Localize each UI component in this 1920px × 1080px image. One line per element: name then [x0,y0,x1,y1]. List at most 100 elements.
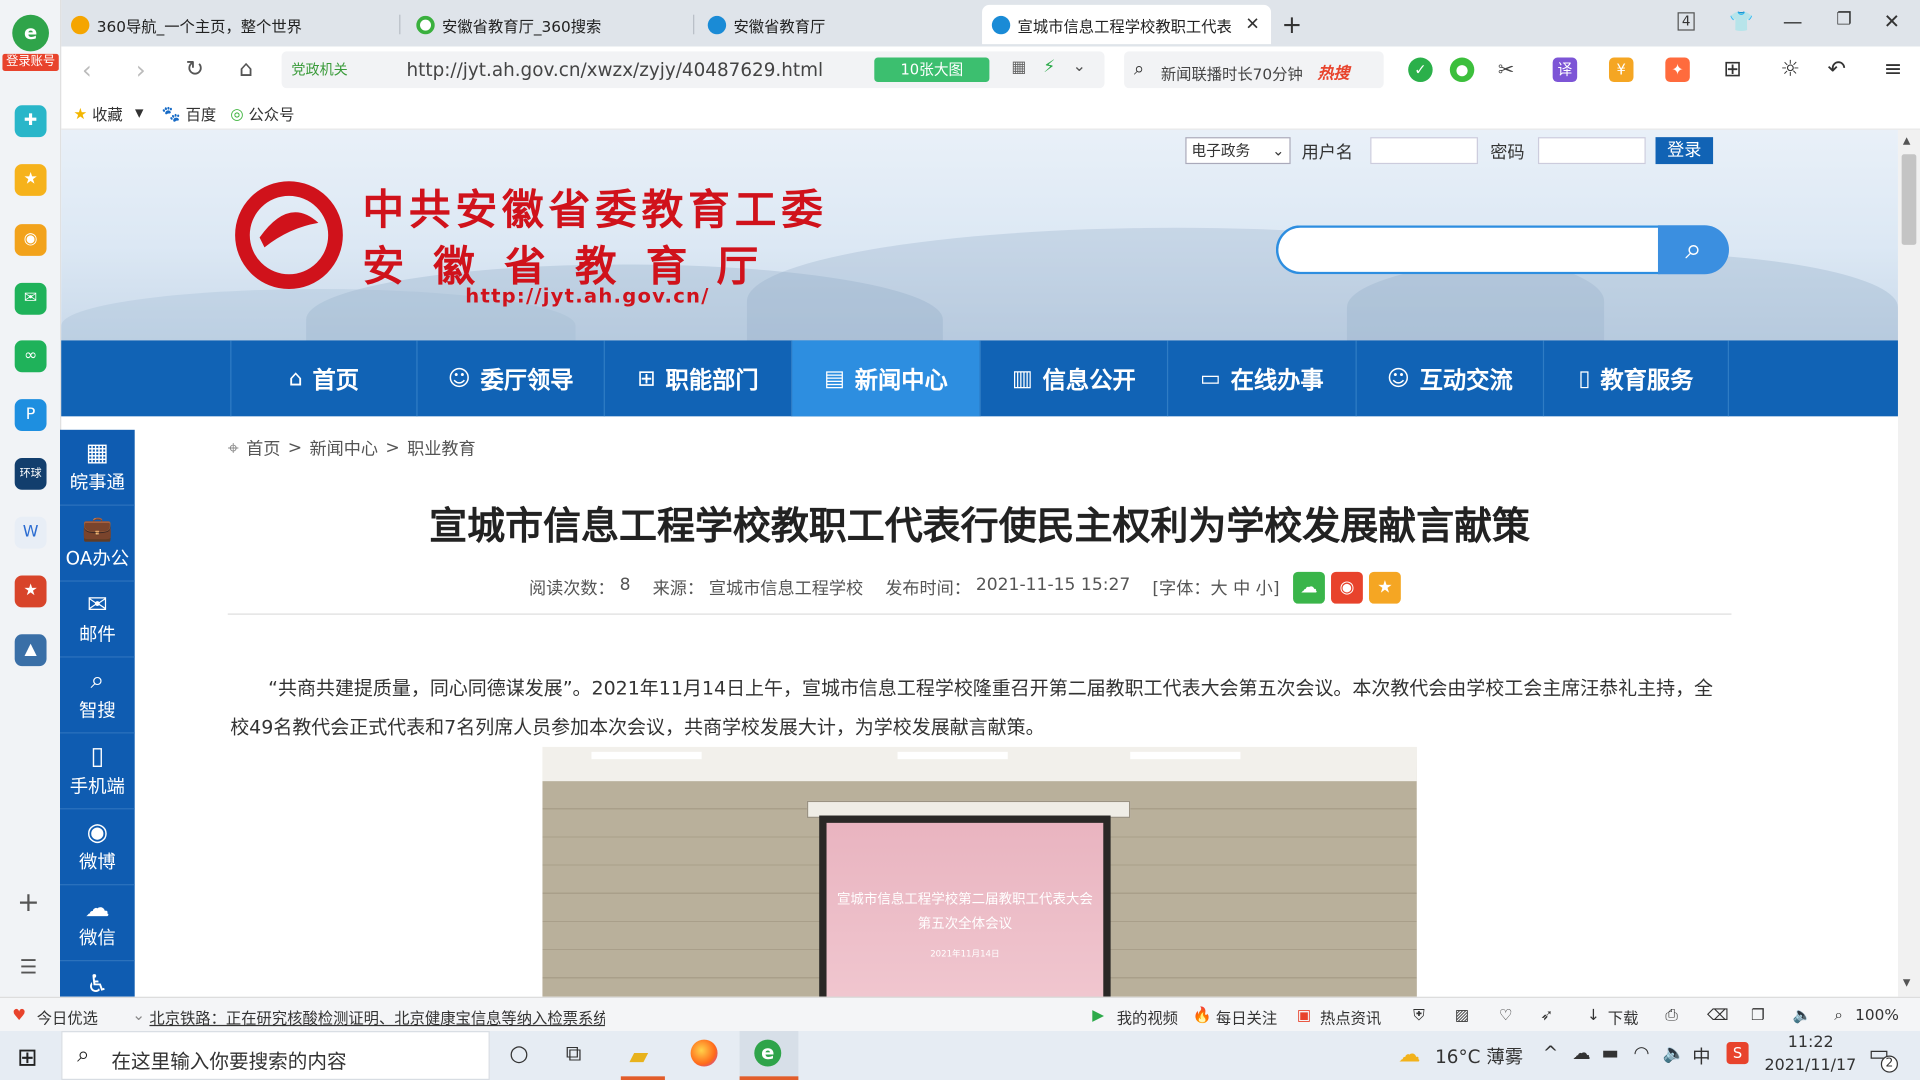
password-field[interactable] [1537,137,1646,165]
taskbar-360-browser[interactable]: e [739,1031,799,1080]
hot-news[interactable]: 热点资讯 [1320,1005,1381,1028]
taskbar-firefox[interactable] [683,1031,727,1080]
plus-app-icon[interactable]: ✚ [14,105,47,138]
battery-icon[interactable]: ▬ [1602,1042,1619,1064]
nav-departments[interactable]: ⊞ 职能部门 [603,340,791,417]
breadcrumb-home[interactable]: 首页 [246,436,280,460]
big-image-button[interactable]: 10张大图 [874,57,990,83]
close-icon[interactable]: ✕ [1245,15,1259,35]
restore-icon[interactable]: ❐ [1829,10,1858,30]
chevron-up-icon[interactable]: ^ [1543,1042,1558,1064]
sidebar-item-wechat[interactable]: ☁ 微信 [60,885,135,962]
scroll-up-icon[interactable]: ▲ [1903,135,1911,146]
taskbar-explorer[interactable]: ▰ [620,1031,665,1080]
forward-icon[interactable]: › [125,56,157,83]
nav-home[interactable]: ⌂ 首页 [230,340,416,417]
breadcrumb-news[interactable]: 新闻中心 [309,436,378,460]
zoom-level[interactable]: 100% [1855,1005,1899,1023]
scroll-down-icon[interactable]: ▼ [1903,977,1911,988]
new-tab-icon[interactable]: + [1277,10,1306,39]
image-icon[interactable]: ▨ [1455,1005,1469,1023]
tab-article-active[interactable]: 宣城市信息工程学校教职工代表 ✕ [982,4,1272,45]
share-qzone-icon[interactable]: ★ [1368,571,1401,604]
link-icon[interactable]: ∞ [14,340,47,373]
clock-date[interactable]: 2021/11/17 [1765,1057,1857,1075]
window-icon[interactable]: ❐ [1751,1005,1765,1023]
site-search-input[interactable] [1275,225,1661,275]
login-button[interactable]: 登录 [1655,137,1714,165]
menu-icon[interactable]: ≡ [1881,57,1905,82]
volume-icon[interactable]: 🔈 [1663,1042,1686,1064]
cleanup-icon[interactable]: ⌫ [1707,1005,1729,1023]
login-badge[interactable]: 登录账号 [2,53,59,72]
city-app-icon[interactable]: ▲ [14,634,47,667]
sidebar-item-weibo[interactable]: ◉ 微博 [60,809,135,886]
print-icon[interactable]: ⎙ [1665,1005,1677,1025]
mail-icon[interactable]: ✉ [14,282,47,315]
bookmark-gzh[interactable]: ◎ 公众号 [230,102,294,125]
shield-icon[interactable]: ⛨ [1413,1005,1424,1025]
scissors-icon[interactable]: ✂ [1494,58,1518,82]
lightning-icon[interactable]: ⚡ [1043,58,1055,78]
download-icon[interactable]: ↓ [1587,1005,1600,1023]
nav-online-service[interactable]: ▭ 在线办事 [1166,340,1356,417]
nav-interaction[interactable]: ☺ 互动交流 [1355,340,1543,417]
clock-time[interactable]: 11:22 [1788,1033,1834,1051]
share-weibo-icon[interactable]: ◉ [1331,571,1363,604]
tab-360-search[interactable]: 安徽省教育厅_360搜索 [407,5,686,44]
sidebar-item-oa[interactable]: 💼 OA办公 [60,506,135,582]
green-circle-icon[interactable]: ● [1449,57,1475,83]
game-icon[interactable]: ✦ [1665,57,1690,83]
taskbar-search[interactable]: ⌕ 在这里输入你要搜索的内容 [61,1031,490,1080]
reload-icon[interactable]: ↻ [179,56,211,83]
site-search-button[interactable]: ⌕ [1657,225,1729,275]
apps-grid-icon[interactable]: ⊞ [1720,57,1744,82]
sidebar-item-wanshitong[interactable]: ▦ 皖事通 [60,430,135,506]
task-view-icon[interactable]: ⧉ [566,1041,582,1067]
nav-leaders[interactable]: ☺ 委厅领导 [416,340,603,417]
ime-indicator[interactable]: 中 [1692,1043,1710,1069]
weather-text[interactable]: 16°C 薄雾 [1435,1043,1523,1069]
window-close-icon[interactable]: ✕ [1877,10,1906,33]
tab-360-nav[interactable]: 360导航_一个主页，整个世界 [61,5,392,44]
download-label[interactable]: 下载 [1608,1005,1639,1028]
pdf-icon[interactable]: P [14,399,47,432]
today-picks[interactable]: 今日优选 [37,1005,98,1028]
bookmark-favorites[interactable]: ★ 收藏 ▼ [73,102,143,125]
breadcrumb-vocational[interactable]: 职业教育 [407,436,476,460]
undo-icon[interactable]: ↶ [1825,57,1849,82]
chevron-down-icon[interactable]: ⌄ [1073,58,1086,76]
favorites-icon[interactable]: ★ [14,164,47,196]
translate-icon[interactable]: 译 [1552,57,1578,83]
page-scrollbar[interactable]: ▲ ▼ [1897,129,1920,997]
username-field[interactable] [1370,137,1478,165]
windows-start-icon[interactable]: ⊞ [17,1042,38,1071]
sidebar-item-mobile[interactable]: ▯ 手机端 [60,733,135,810]
url-field[interactable]: 党政机关 http://jyt.ah.gov.cn/xwzx/zyjy/4048… [281,51,1105,89]
nav-info-public[interactable]: ▥ 信息公开 [979,340,1167,417]
word-icon[interactable]: W [14,516,47,549]
volume-icon[interactable]: 🔈 [1793,1005,1812,1025]
weibo-icon[interactable]: ◉ [14,224,47,256]
tab-ahedu[interactable]: 安徽省教育厅 [698,5,975,44]
news-ticker[interactable]: 北京铁路：正在研究核酸检测证明、北京健康宝信息等纳入检票系统 [149,1005,605,1028]
brightness-icon[interactable]: ☼ [1778,57,1802,82]
scroll-thumb[interactable] [1901,154,1917,245]
nav-news-center[interactable]: ▤ 新闻中心 [791,340,980,417]
bookmark-baidu[interactable]: 🐾 百度 [162,102,217,125]
news-app-icon[interactable]: 环球 [14,457,47,490]
daily-focus[interactable]: 每日关注 [1216,1005,1277,1028]
sogou-icon[interactable]: S [1726,1042,1749,1065]
rocket-icon[interactable]: ➶ [1540,1005,1553,1023]
shirt-icon[interactable]: 👕 [1727,10,1756,33]
qrcode-icon[interactable]: ▦ [1011,59,1026,77]
heart-outline-icon[interactable]: ♡ [1499,1005,1513,1023]
share-wechat-icon[interactable]: ☁ [1293,571,1325,604]
home-icon[interactable]: ⌂ [230,56,262,83]
nav-edu-service[interactable]: ▯ 教育服务 [1542,340,1729,417]
sidebar-item-search[interactable]: ⌕ 智搜 [60,658,135,734]
shield-icon[interactable]: ¥ [1608,57,1634,83]
login-type-select[interactable]: 电子政务 ⌄ [1185,137,1291,165]
tab-count-badge[interactable]: 4 [1677,12,1695,31]
search-input[interactable]: ⌕ 新闻联播时长70分钟 热搜 [1124,51,1384,89]
